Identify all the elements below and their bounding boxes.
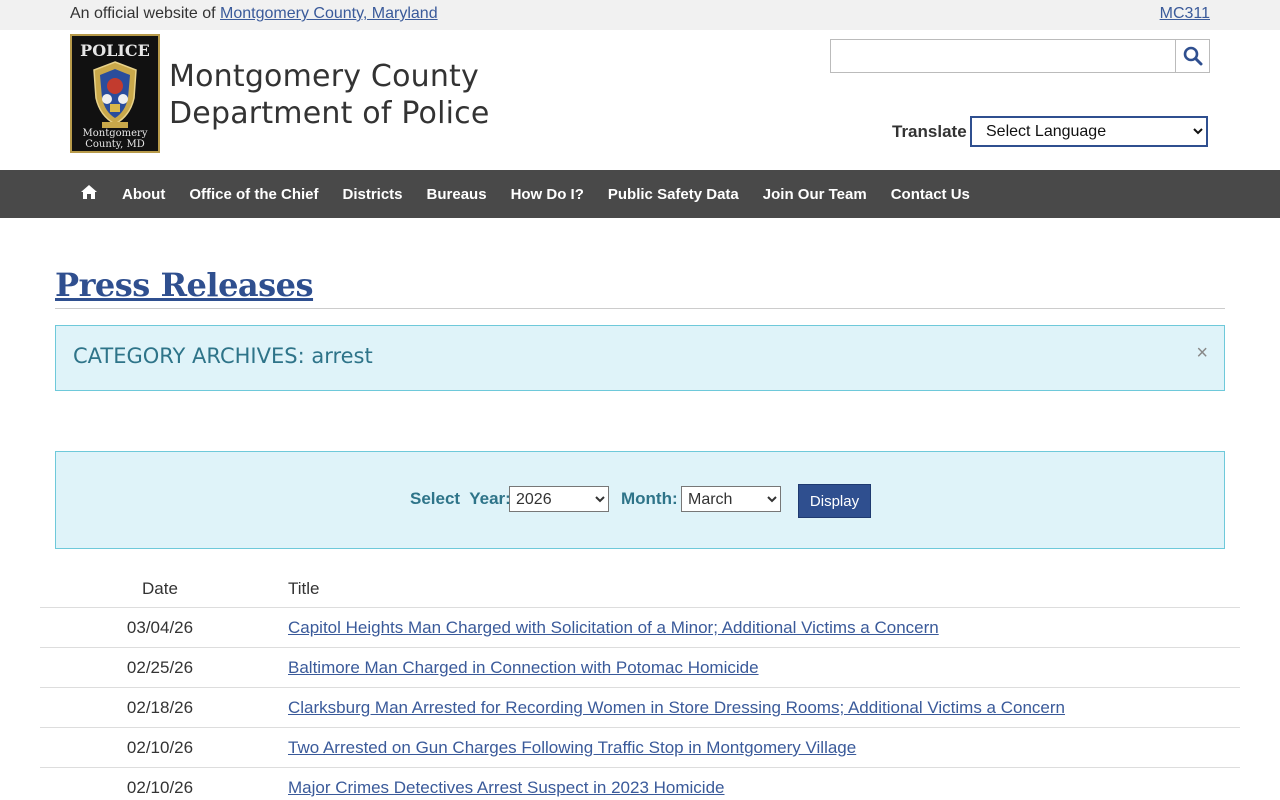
table-row: 02/10/26 Two Arrested on Gun Charges Fol…	[40, 728, 1240, 768]
release-date: 02/25/26	[126, 658, 194, 677]
table-row: 03/04/26 Capitol Heights Man Charged wit…	[40, 608, 1240, 648]
nav-item-join-our-team[interactable]: Join Our Team	[763, 186, 867, 203]
table-row: 02/18/26 Clarksburg Man Arrested for Rec…	[40, 688, 1240, 728]
logo-bottom-line2: County, MD	[85, 139, 145, 150]
official-prefix-text: An official website of	[70, 5, 216, 22]
category-archive-text: CATEGORY ARCHIVES: arrest	[73, 344, 373, 368]
official-website-notice: An official website of Montgomery County…	[70, 5, 438, 23]
search-input[interactable]	[831, 40, 1175, 72]
table-row: 02/25/26 Baltimore Man Charged in Connec…	[40, 648, 1240, 688]
police-badge-icon[interactable]: POLICE Montgomery County, MD	[70, 34, 160, 153]
release-date: 03/04/26	[126, 618, 194, 637]
press-releases-table: Date Title 03/04/26 Capitol Heights Man …	[40, 568, 1240, 800]
department-title-line2: Department of Police	[169, 96, 490, 131]
release-date: 02/18/26	[126, 698, 194, 717]
mc311-link[interactable]: MC311	[1160, 5, 1210, 23]
release-title-link[interactable]: Capitol Heights Man Charged with Solicit…	[288, 618, 939, 638]
category-archive-alert: CATEGORY ARCHIVES: arrest ×	[55, 325, 1225, 391]
display-button[interactable]: Display	[798, 484, 871, 518]
title-divider	[55, 308, 1225, 309]
nav-item-public-safety-data[interactable]: Public Safety Data	[608, 186, 739, 203]
release-title-link[interactable]: Clarksburg Man Arrested for Recording Wo…	[288, 698, 1065, 718]
logo-top-text: POLICE	[80, 41, 150, 60]
nav-item-bureaus[interactable]: Bureaus	[427, 186, 487, 203]
select-year-label: Select Year:	[410, 489, 511, 508]
site-header: POLICE Montgomery County, MD Montgomery …	[0, 30, 1280, 170]
release-title-link[interactable]: Baltimore Man Charged in Connection with…	[288, 658, 759, 678]
year-select[interactable]: 2026	[509, 486, 609, 512]
department-title-line1: Montgomery County	[169, 59, 479, 94]
main-navigation: About Office of the Chief Districts Bure…	[0, 170, 1280, 218]
nav-item-how-do-i[interactable]: How Do I?	[511, 186, 584, 203]
date-filter-panel: Select Year: 2026 Month: March Display	[55, 451, 1225, 549]
close-icon[interactable]: ×	[1196, 342, 1208, 365]
county-website-link[interactable]: Montgomery County, Maryland	[220, 5, 438, 22]
release-title-link[interactable]: Two Arrested on Gun Charges Following Tr…	[288, 738, 856, 758]
month-select[interactable]: March	[681, 486, 781, 512]
department-title[interactable]: Montgomery County Department of Police	[169, 58, 490, 132]
nav-item-office-of-the-chief[interactable]: Office of the Chief	[189, 186, 318, 203]
nav-item-about[interactable]: About	[122, 186, 165, 203]
nav-item-contact-us[interactable]: Contact Us	[891, 186, 970, 203]
language-select[interactable]: Select Language	[970, 116, 1208, 147]
site-search	[830, 39, 1210, 73]
release-date: 02/10/26	[126, 738, 194, 757]
page-title[interactable]: Press Releases	[55, 266, 314, 304]
search-button[interactable]	[1175, 40, 1209, 72]
translate-label: Translate	[892, 122, 967, 141]
nav-home[interactable]	[80, 184, 98, 204]
release-date: 02/10/26	[126, 778, 194, 797]
table-header: Date Title	[40, 568, 1240, 608]
column-header-title: Title	[288, 579, 320, 598]
search-icon	[1183, 46, 1202, 66]
home-icon	[81, 185, 97, 199]
nav-item-districts[interactable]: Districts	[343, 186, 403, 203]
table-row: 02/10/26 Major Crimes Detectives Arrest …	[40, 768, 1240, 800]
release-title-link[interactable]: Major Crimes Detectives Arrest Suspect i…	[288, 778, 725, 798]
top-utility-bar: An official website of Montgomery County…	[0, 0, 1280, 30]
logo-bottom-line1: Montgomery	[83, 128, 148, 139]
column-header-date: Date	[142, 579, 178, 598]
month-label: Month:	[621, 489, 678, 508]
